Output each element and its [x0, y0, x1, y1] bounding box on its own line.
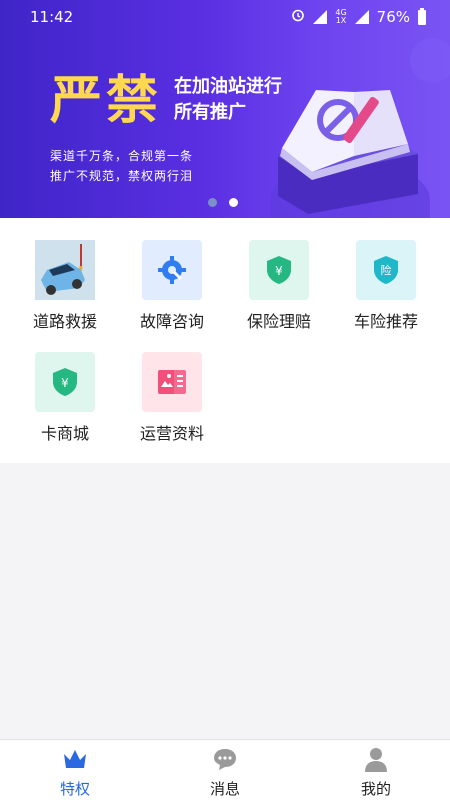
tab-label: 我的 — [360, 780, 391, 798]
book-forbidden-illustration — [278, 90, 418, 214]
service-insurance-recommend[interactable]: 险 车险推荐 — [331, 240, 441, 332]
service-operation-materials[interactable]: 运营资料 — [117, 352, 227, 444]
network-type: 4G 1X — [335, 8, 347, 25]
promo-banner[interactable]: 11:42 4G 1X 76% 严禁 在加油站进行 所有推广 渠道千万条，合规第一… — [0, 0, 450, 218]
tab-privileges[interactable]: 特权 — [25, 746, 125, 799]
status-time: 11:42 — [30, 8, 74, 26]
service-label: 运营资料 — [139, 424, 204, 443]
battery-percent: 76% — [376, 8, 410, 26]
service-label: 保险理赔 — [246, 312, 311, 331]
chat-bubble-icon — [214, 749, 236, 770]
tab-messages[interactable]: 消息 — [175, 746, 275, 799]
signal-icon — [313, 10, 328, 24]
service-label: 卡商城 — [40, 424, 89, 443]
banner-subtitle: 渠道千万条，合规第一条 推广不规范，禁权两行泪 — [50, 146, 193, 186]
document-image-icon — [158, 370, 186, 394]
gear-icon — [158, 256, 186, 284]
service-label: 车险推荐 — [353, 312, 418, 331]
banner-headline: 严禁 在加油站进行 所有推广 — [50, 72, 282, 130]
alarm-icon — [291, 8, 305, 26]
tab-label: 消息 — [209, 780, 240, 798]
service-label: 故障咨询 — [139, 312, 204, 331]
shield-yen-icon: ¥ — [53, 368, 77, 396]
banner-decoration — [410, 38, 450, 83]
service-card-mall[interactable]: ¥ 卡商城 — [10, 352, 120, 444]
battery-icon — [418, 7, 426, 25]
carousel-dot-active[interactable] — [229, 198, 238, 207]
carousel-dot[interactable] — [208, 198, 217, 207]
headline-big-text: 严禁 — [50, 71, 163, 131]
tab-label: 特权 — [59, 780, 90, 798]
svg-text:¥: ¥ — [275, 264, 283, 278]
headline-line-1: 在加油站进行 — [174, 76, 283, 97]
service-road-rescue[interactable]: 道路救援 — [10, 240, 120, 332]
carousel-dots[interactable] — [208, 198, 238, 207]
signal-icon — [354, 10, 369, 24]
subtitle-line-1: 渠道千万条，合规第一条 — [50, 149, 194, 163]
user-icon — [365, 748, 387, 772]
service-insurance-claim[interactable]: ¥ 保险理赔 — [224, 240, 334, 332]
service-fault-consult[interactable]: 故障咨询 — [117, 240, 227, 332]
status-bar: 11:42 4G 1X 76% — [0, 0, 450, 34]
crown-icon — [64, 750, 86, 768]
bottom-tab-bar: 特权 消息 我的 — [0, 739, 450, 800]
svg-text:¥: ¥ — [61, 376, 69, 390]
tab-mine[interactable]: 我的 — [326, 746, 426, 799]
shield-yen-icon: ¥ — [267, 256, 291, 284]
service-label: 道路救援 — [32, 312, 97, 331]
subtitle-line-2: 推广不规范，禁权两行泪 — [50, 169, 194, 183]
svg-text:险: 险 — [381, 263, 392, 277]
tow-truck-image — [35, 240, 95, 300]
service-grid: 道路救援 故障咨询 ¥ 保险理赔 险 车险推荐 ¥ 卡商城 运营资料 — [0, 218, 450, 463]
headline-line-2: 所有推广 — [174, 102, 247, 123]
shield-insurance-icon: 险 — [374, 256, 398, 284]
